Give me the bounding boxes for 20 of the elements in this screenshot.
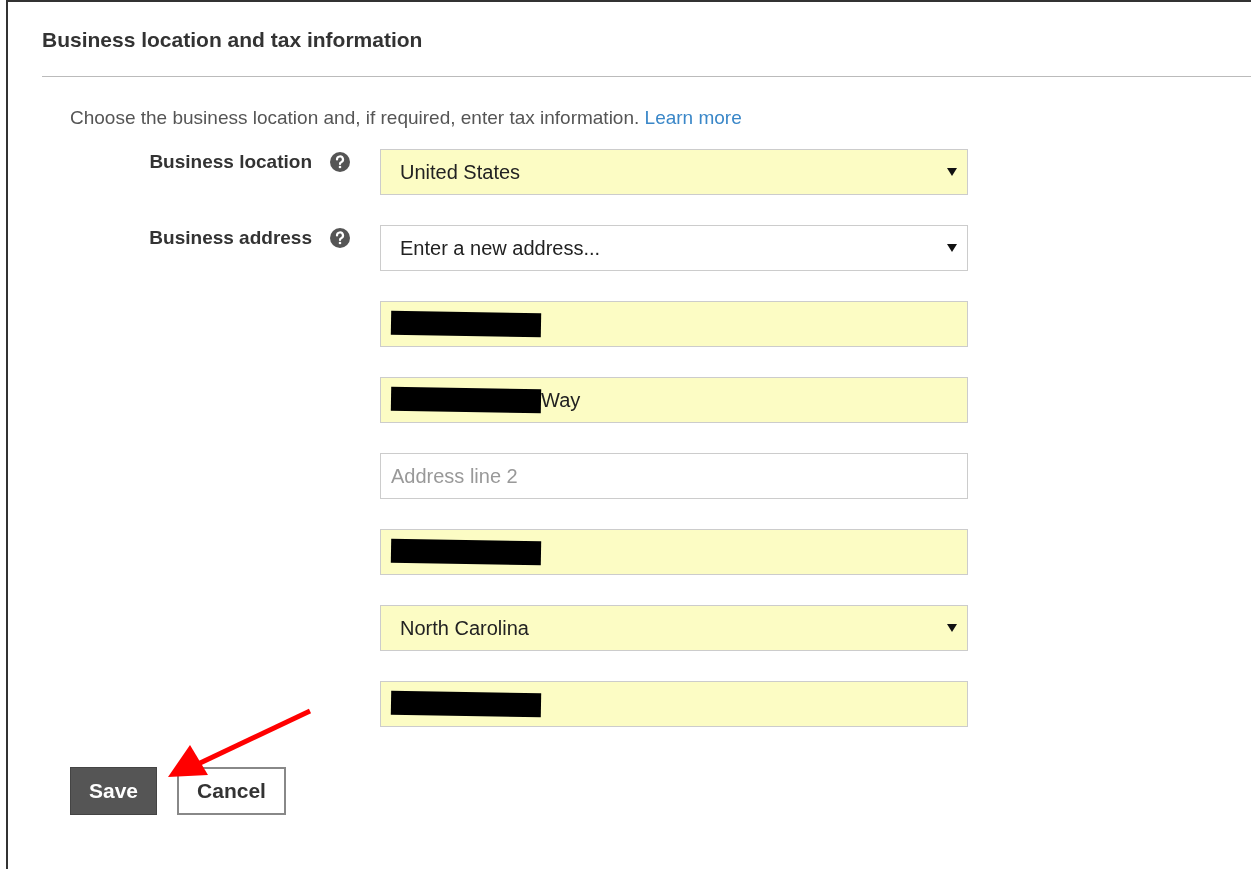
save-button[interactable]: Save [70, 767, 158, 815]
input-field[interactable]: Address line 2 [380, 453, 968, 499]
learn-more-link[interactable]: Learn more [644, 107, 742, 128]
input-field[interactable] [380, 301, 968, 347]
dropdown[interactable]: Enter a new address... [380, 225, 968, 271]
cancel-button[interactable]: Cancel [177, 767, 286, 815]
input-field[interactable] [380, 529, 968, 575]
input-field[interactable] [380, 681, 968, 727]
help-icon[interactable] [330, 152, 350, 172]
caret-icon [947, 244, 957, 252]
field-label: Business address [149, 227, 312, 249]
dropdown[interactable]: North Carolina [380, 605, 968, 651]
dropdown[interactable]: United States [380, 149, 968, 195]
section-title: Business location and tax information [41, 27, 424, 50]
caret-icon [947, 168, 957, 176]
field-label: Business location [149, 151, 312, 173]
help-icon[interactable] [330, 228, 350, 248]
intro-text: Choose the business location and, if required, enter tax information. Learn more [69, 106, 743, 129]
input-field[interactable]: Way [380, 377, 968, 423]
caret-icon [947, 624, 957, 632]
